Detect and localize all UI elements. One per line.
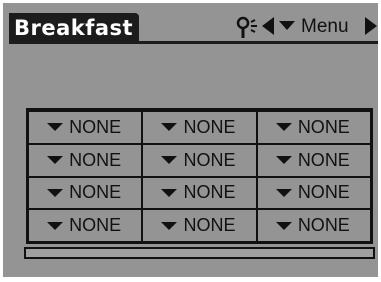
menu-label: Menu: [301, 16, 349, 37]
dropdown-triangle-icon: [279, 21, 295, 30]
cell-value: NONE: [69, 182, 122, 203]
dropdown-triangle-icon: [275, 123, 292, 132]
dropdown-triangle-icon: [275, 221, 292, 230]
bottom-bar: [24, 247, 375, 259]
grid-cell-r2-c1[interactable]: NONE: [29, 144, 142, 176]
cell-value: NONE: [297, 215, 350, 236]
dropdown-triangle-icon: [161, 221, 178, 230]
selection-grid: NONE NONE NONE NONE NONE NONE NONE NONE …: [26, 108, 373, 244]
arrow-left-icon[interactable]: [262, 17, 274, 35]
grid-cell-r4-c3[interactable]: NONE: [257, 210, 370, 241]
grid-cell-r3-c3[interactable]: NONE: [257, 177, 370, 209]
app-title: Breakfast: [9, 13, 140, 44]
dropdown-triangle-icon: [47, 123, 64, 132]
title-divider: [9, 41, 378, 44]
dropdown-triangle-icon: [275, 156, 292, 165]
menu-button[interactable]: Menu: [279, 15, 349, 39]
title-bar: Breakfast Menu: [3, 3, 378, 44]
grid-cell-r1-c3[interactable]: NONE: [257, 112, 370, 143]
grid-cell-r2-c2[interactable]: NONE: [143, 144, 256, 176]
dropdown-triangle-icon: [161, 188, 178, 197]
signal-antenna-icon[interactable]: [236, 16, 262, 38]
dropdown-triangle-icon: [161, 156, 178, 165]
cell-value: NONE: [183, 182, 236, 203]
grid-cell-r3-c2[interactable]: NONE: [143, 177, 256, 209]
cell-value: NONE: [69, 116, 122, 137]
grid-cell-r1-c2[interactable]: NONE: [143, 112, 256, 143]
dropdown-triangle-icon: [47, 188, 64, 197]
cell-value: NONE: [183, 215, 236, 236]
dropdown-triangle-icon: [47, 156, 64, 165]
grid-cell-r4-c2[interactable]: NONE: [143, 210, 256, 241]
cell-value: NONE: [297, 116, 350, 137]
cell-value: NONE: [297, 182, 350, 203]
grid-cell-r2-c3[interactable]: NONE: [257, 144, 370, 176]
cell-value: NONE: [69, 149, 122, 170]
cell-value: NONE: [297, 149, 350, 170]
grid-cell-r1-c1[interactable]: NONE: [29, 112, 142, 143]
arrow-right-icon[interactable]: [365, 17, 377, 35]
grid-cell-r3-c1[interactable]: NONE: [29, 177, 142, 209]
cell-value: NONE: [69, 215, 122, 236]
cell-value: NONE: [183, 149, 236, 170]
dropdown-triangle-icon: [275, 188, 292, 197]
cell-value: NONE: [183, 116, 236, 137]
grid-cell-r4-c1[interactable]: NONE: [29, 210, 142, 241]
dropdown-triangle-icon: [161, 123, 178, 132]
dropdown-triangle-icon: [47, 221, 64, 230]
